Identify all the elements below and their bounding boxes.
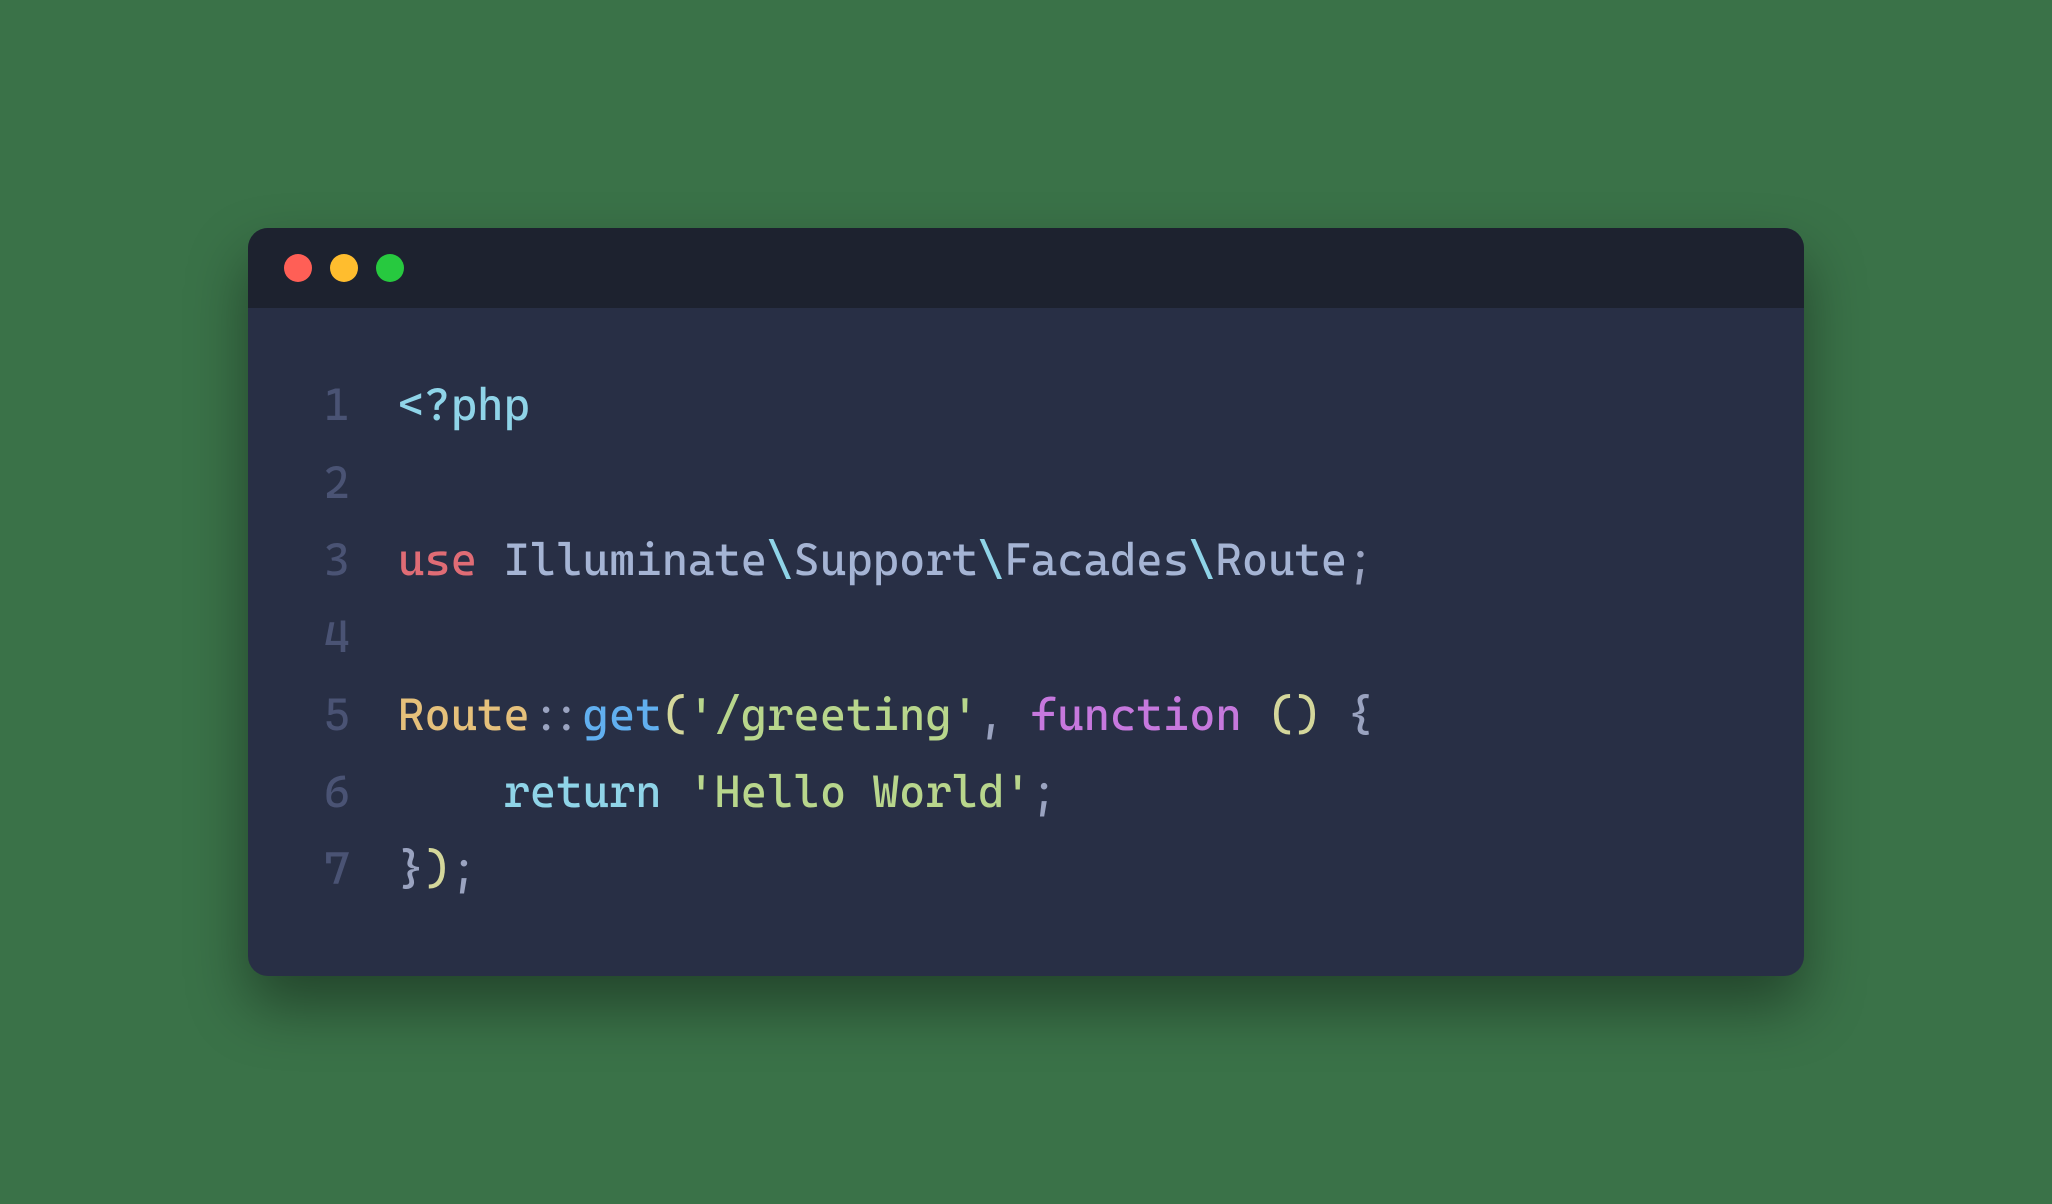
namespace-part: Facades bbox=[1004, 533, 1189, 586]
namespace-part: Route bbox=[1215, 533, 1347, 586]
code-line: 3 use Illuminate\Support\Facades\Route; bbox=[292, 521, 1760, 598]
paren-open: ( bbox=[662, 688, 688, 741]
code-content: <?php bbox=[350, 366, 530, 443]
code-line: 6 return 'Hello World'; bbox=[292, 753, 1760, 830]
line-number: 1 bbox=[292, 366, 350, 443]
code-line: 1 <?php bbox=[292, 366, 1760, 443]
line-number: 5 bbox=[292, 676, 350, 753]
line-number: 2 bbox=[292, 444, 350, 521]
keyword-function: function bbox=[1031, 688, 1242, 741]
window-titlebar bbox=[248, 228, 1804, 308]
code-area[interactable]: 1 <?php 2 3 use Illuminate\Support\Facad… bbox=[248, 308, 1804, 976]
keyword-use: use bbox=[398, 533, 477, 586]
line-number: 7 bbox=[292, 830, 350, 907]
method-name: get bbox=[583, 688, 662, 741]
code-line: 7 }); bbox=[292, 830, 1760, 907]
code-content: }); bbox=[350, 830, 477, 907]
namespace-separator: \ bbox=[978, 533, 1004, 586]
keyword-return: return bbox=[503, 765, 661, 818]
window-minimize-icon[interactable] bbox=[330, 254, 358, 282]
code-line: 2 bbox=[292, 444, 1760, 521]
window-close-icon[interactable] bbox=[284, 254, 312, 282]
paren-close: ) bbox=[1295, 688, 1321, 741]
paren-open: ( bbox=[1268, 688, 1294, 741]
line-number: 3 bbox=[292, 521, 350, 598]
line-number: 4 bbox=[292, 598, 350, 675]
brace-close: } bbox=[398, 842, 424, 895]
string-literal: 'Hello World' bbox=[688, 765, 1031, 818]
namespace-separator: \ bbox=[1189, 533, 1215, 586]
code-content bbox=[350, 598, 398, 675]
string-literal: '/greeting' bbox=[688, 688, 978, 741]
scope-operator: :: bbox=[530, 688, 583, 741]
window-maximize-icon[interactable] bbox=[376, 254, 404, 282]
namespace-part: Illuminate bbox=[503, 533, 767, 586]
namespace-part: Support bbox=[794, 533, 979, 586]
namespace-separator: \ bbox=[767, 533, 793, 586]
class-name: Route bbox=[398, 688, 530, 741]
semicolon: ; bbox=[1031, 765, 1057, 818]
line-number: 6 bbox=[292, 753, 350, 830]
code-content: use Illuminate\Support\Facades\Route; bbox=[350, 521, 1374, 598]
paren-close: ) bbox=[424, 842, 450, 895]
code-line: 4 bbox=[292, 598, 1760, 675]
comma: , bbox=[978, 688, 1004, 741]
php-open-tag: <?php bbox=[398, 378, 530, 431]
code-editor-window: 1 <?php 2 3 use Illuminate\Support\Facad… bbox=[248, 228, 1804, 976]
code-content: return 'Hello World'; bbox=[350, 753, 1057, 830]
code-content: Route::get('/greeting', function () { bbox=[350, 676, 1374, 753]
semicolon: ; bbox=[1347, 533, 1373, 586]
semicolon: ; bbox=[451, 842, 477, 895]
code-line: 5 Route::get('/greeting', function () { bbox=[292, 676, 1760, 753]
brace-open: { bbox=[1347, 688, 1373, 741]
code-content bbox=[350, 444, 398, 521]
